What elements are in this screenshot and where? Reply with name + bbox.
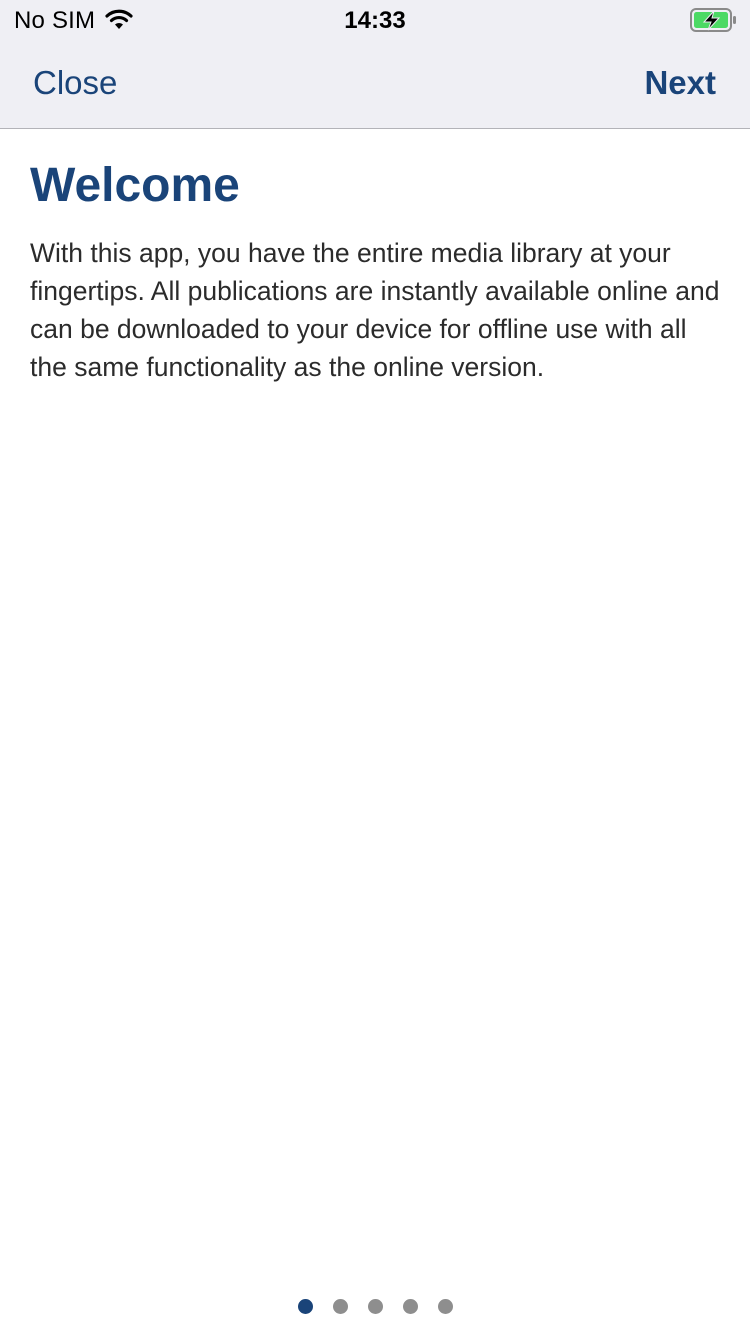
welcome-description: With this app, you have the entire media…: [30, 238, 720, 382]
status-bar: No SIM 14:33: [0, 0, 750, 40]
header: No SIM 14:33 Close Next: [0, 0, 750, 129]
page-dot-4[interactable]: [402, 1299, 418, 1314]
page-dot-1[interactable]: [297, 1299, 313, 1314]
onboarding-screen: No SIM 14:33 Close Next Welcome With thi…: [0, 0, 750, 1334]
clock: 14:33: [344, 7, 406, 34]
close-button[interactable]: Close: [33, 64, 117, 102]
page-dot-2[interactable]: [332, 1299, 348, 1314]
next-button[interactable]: Next: [644, 64, 716, 102]
page-indicator[interactable]: [0, 1299, 750, 1315]
page-title: Welcome: [30, 159, 240, 212]
page-dot-3[interactable]: [367, 1299, 383, 1314]
battery-charging-icon: [690, 8, 736, 32]
page-dot-5[interactable]: [437, 1299, 453, 1314]
